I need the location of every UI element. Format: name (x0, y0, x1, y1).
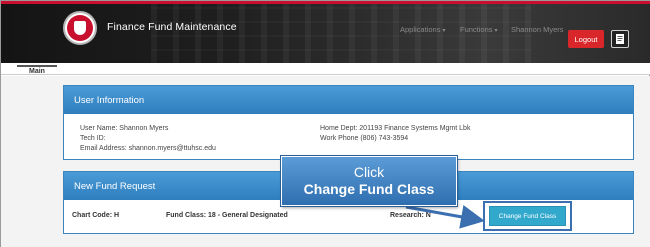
user-name-link[interactable]: Shannon Myers (511, 25, 564, 34)
nav-functions-menu[interactable]: Functions ▾ (460, 25, 498, 34)
tab-main[interactable]: Main (17, 65, 57, 76)
callout-line1: Click (353, 164, 385, 180)
nav-applications-label: Applications (400, 25, 441, 34)
app-title: Finance Fund Maintenance (107, 21, 237, 33)
tech-id-text: Tech ID: (80, 135, 106, 142)
instruction-callout: Click Change Fund Class (280, 155, 458, 207)
research-text: Research: N (390, 212, 431, 219)
chevron-down-icon: ▾ (494, 28, 498, 34)
user-info-left-column: User Name: Shannon Myers Tech ID: Email … (80, 124, 216, 154)
chart-code-text: Chart Code: H (72, 212, 120, 219)
nav-functions-label: Functions (460, 25, 493, 34)
document-icon-button[interactable] (611, 30, 629, 48)
fund-class-text: Fund Class: 18 - General Designated (166, 212, 288, 219)
tab-strip (1, 63, 650, 75)
chevron-down-icon: ▾ (442, 28, 446, 34)
user-name-text: User Name: Shannon Myers (80, 125, 169, 132)
logout-button[interactable]: Logout (568, 30, 604, 48)
change-fund-class-button[interactable]: Change Fund Class (489, 206, 566, 226)
home-dept-text: Home Dept: 201193 Finance Systems Mgmt L… (320, 125, 471, 132)
user-information-title: User Information (64, 86, 633, 114)
user-info-right-column: Home Dept: 201193 Finance Systems Mgmt L… (320, 124, 470, 144)
work-phone-text: Work Phone (806) 743-3594 (320, 135, 409, 142)
header-background-image (151, 4, 531, 65)
callout-line2: Change Fund Class (303, 181, 435, 197)
user-information-panel: User Information User Name: Shannon Myer… (63, 85, 634, 160)
email-address-text: Email Address: shannon.myers@ttuhsc.edu (80, 145, 216, 152)
nav-applications-menu[interactable]: Applications ▾ (400, 25, 445, 34)
document-icon (616, 34, 624, 44)
university-seal-logo (63, 11, 97, 45)
